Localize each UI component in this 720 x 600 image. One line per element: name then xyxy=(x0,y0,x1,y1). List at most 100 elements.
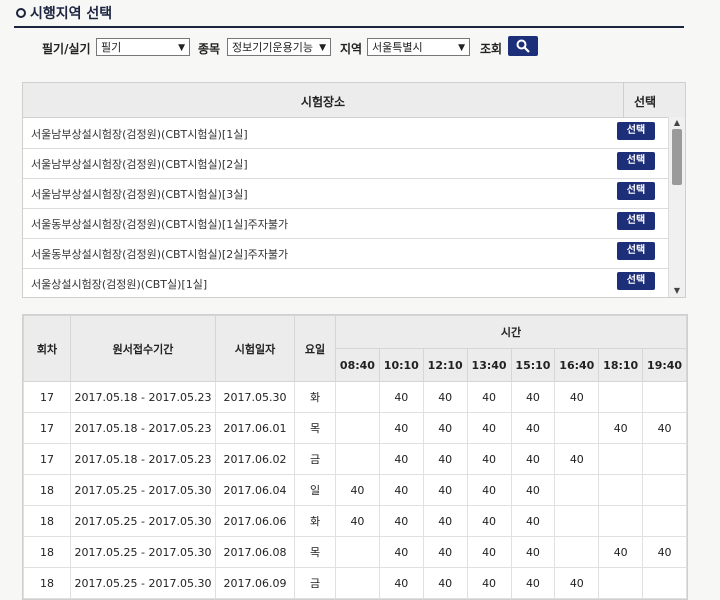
cell-slot-capacity[interactable]: 40 xyxy=(466,412,512,444)
cell-period: 2017.05.18 - 2017.05.23 xyxy=(70,443,216,475)
header-time: 시간 xyxy=(335,315,687,349)
cell-slot-capacity[interactable]: 40 xyxy=(642,536,687,568)
dropdown-arrow-icon: ▼ xyxy=(458,43,465,53)
cell-day: 일 xyxy=(294,474,336,506)
search-icon xyxy=(516,39,530,53)
header-time-slot: 19:40 xyxy=(642,348,687,382)
cell-slot-capacity[interactable]: 40 xyxy=(466,567,512,599)
cell-date: 2017.06.02 xyxy=(215,443,295,475)
cell-slot-capacity[interactable]: 40 xyxy=(510,443,556,475)
cell-slot-capacity xyxy=(598,474,644,506)
header-select: 선택 xyxy=(633,95,657,109)
cell-slot-capacity xyxy=(598,381,644,413)
cell-period: 2017.05.18 - 2017.05.23 xyxy=(70,381,216,413)
table-row: 18 2017.05.25 - 2017.05.30 2017.06.08 목 40 40… xyxy=(23,536,687,568)
cell-slot-capacity xyxy=(554,412,600,444)
scroll-down-icon[interactable]: ▼ xyxy=(669,285,685,297)
site-name: 서울남부상설시험장(검정원)(CBT시험실)[3실] xyxy=(31,188,248,201)
search-button[interactable] xyxy=(508,36,538,56)
header-time-slot: 12:10 xyxy=(422,348,468,382)
cell-slot-capacity[interactable]: 40 xyxy=(422,536,468,568)
schedule-table: 회차 원서접수기간 시험일자 요일 시간 08:40 10:10 12:10 13:4… xyxy=(22,314,688,600)
select-site-button[interactable]: 선택 xyxy=(617,242,655,260)
header-day: 요일 xyxy=(294,315,336,382)
site-name: 서울남부상설시험장(검정원)(CBT시험실)[2실] xyxy=(31,158,248,171)
select-site-button[interactable]: 선택 xyxy=(617,122,655,140)
cell-slot-capacity[interactable]: 40 xyxy=(466,505,512,537)
cell-slot-capacity[interactable]: 40 xyxy=(642,412,687,444)
cell-period: 2017.05.25 - 2017.05.30 xyxy=(70,567,216,599)
scroll-up-icon[interactable]: ▲ xyxy=(669,117,685,129)
cell-slot-capacity xyxy=(335,567,380,599)
cell-slot-capacity[interactable]: 40 xyxy=(466,536,512,568)
select-site-button[interactable]: 선택 xyxy=(617,272,655,290)
cell-round: 18 xyxy=(23,505,71,537)
cell-slot-capacity[interactable]: 40 xyxy=(554,567,600,599)
cell-slot-capacity[interactable]: 40 xyxy=(466,443,512,475)
cell-slot-capacity[interactable]: 40 xyxy=(598,412,644,444)
cell-day: 목 xyxy=(294,536,336,568)
cell-slot-capacity[interactable]: 40 xyxy=(378,381,424,413)
header-time-slot: 10:10 xyxy=(378,348,424,382)
header-date: 시험일자 xyxy=(215,315,295,382)
table-row: 17 2017.05.18 - 2017.05.23 2017.05.30 화 40 40… xyxy=(23,381,687,413)
cell-slot-capacity[interactable]: 40 xyxy=(510,567,556,599)
cell-day: 목 xyxy=(294,412,336,444)
cell-slot-capacity xyxy=(642,505,687,537)
cell-slot-capacity[interactable]: 40 xyxy=(510,505,556,537)
cell-slot-capacity[interactable]: 40 xyxy=(378,412,424,444)
header-period: 원서접수기간 xyxy=(70,315,216,382)
select-site-button[interactable]: 선택 xyxy=(617,152,655,170)
header-time-slot: 18:10 xyxy=(598,348,644,382)
cell-date: 2017.06.08 xyxy=(215,536,295,568)
cell-slot-capacity[interactable]: 40 xyxy=(335,505,380,537)
cell-slot-capacity[interactable]: 40 xyxy=(422,412,468,444)
cell-round: 18 xyxy=(23,536,71,568)
cell-slot-capacity[interactable]: 40 xyxy=(422,381,468,413)
cell-slot-capacity xyxy=(335,412,380,444)
cell-slot-capacity[interactable]: 40 xyxy=(378,567,424,599)
cell-slot-capacity[interactable]: 40 xyxy=(466,381,512,413)
cell-round: 18 xyxy=(23,567,71,599)
table-row: 17 2017.05.18 - 2017.05.23 2017.06.01 목 40 40… xyxy=(23,412,687,444)
category-select[interactable]: 정보기기운용기능 ▼ xyxy=(227,38,331,56)
dropdown-arrow-icon: ▼ xyxy=(178,43,185,53)
cell-slot-capacity xyxy=(554,505,600,537)
cell-slot-capacity xyxy=(554,536,600,568)
cell-period: 2017.05.25 - 2017.05.30 xyxy=(70,536,216,568)
cell-slot-capacity xyxy=(335,443,380,475)
site-row: 서울상설시험장(검정원)(CBT실)[1실] 선택 xyxy=(23,268,668,297)
search-label: 조회 xyxy=(480,42,503,56)
written-practical-select[interactable]: 필기 ▼ xyxy=(96,38,190,56)
cell-slot-capacity[interactable]: 40 xyxy=(378,443,424,475)
header-round: 회차 xyxy=(23,315,71,382)
cell-slot-capacity xyxy=(554,474,600,506)
cell-slot-capacity[interactable]: 40 xyxy=(378,474,424,506)
cell-slot-capacity xyxy=(642,381,687,413)
cell-slot-capacity[interactable]: 40 xyxy=(510,474,556,506)
site-name: 서울동부상설시험장(검정원)(CBT시험실)[1실]주자불가 xyxy=(31,218,289,231)
select-site-button[interactable]: 선택 xyxy=(617,212,655,230)
cell-slot-capacity[interactable]: 40 xyxy=(598,536,644,568)
category-label: 종목 xyxy=(198,42,221,56)
cell-slot-capacity[interactable]: 40 xyxy=(335,474,380,506)
cell-slot-capacity[interactable]: 40 xyxy=(378,505,424,537)
cell-slot-capacity[interactable]: 40 xyxy=(422,505,468,537)
cell-slot-capacity[interactable]: 40 xyxy=(510,536,556,568)
cell-slot-capacity[interactable]: 40 xyxy=(422,443,468,475)
cell-slot-capacity[interactable]: 40 xyxy=(466,474,512,506)
scroll-thumb[interactable] xyxy=(672,129,682,185)
cell-slot-capacity[interactable]: 40 xyxy=(422,474,468,506)
cell-date: 2017.06.04 xyxy=(215,474,295,506)
cell-slot-capacity[interactable]: 40 xyxy=(554,443,600,475)
select-site-button[interactable]: 선택 xyxy=(617,182,655,200)
cell-slot-capacity[interactable]: 40 xyxy=(510,412,556,444)
site-list-scrollbar[interactable]: ▲ ▼ xyxy=(668,117,685,297)
region-select[interactable]: 서울특별시 ▼ xyxy=(367,38,470,56)
cell-slot-capacity[interactable]: 40 xyxy=(554,381,600,413)
section-header: 시행지역 선택 xyxy=(14,2,684,28)
cell-slot-capacity[interactable]: 40 xyxy=(510,381,556,413)
cell-slot-capacity[interactable]: 40 xyxy=(378,536,424,568)
region-value: 서울특별시 xyxy=(372,41,423,54)
cell-slot-capacity[interactable]: 40 xyxy=(422,567,468,599)
